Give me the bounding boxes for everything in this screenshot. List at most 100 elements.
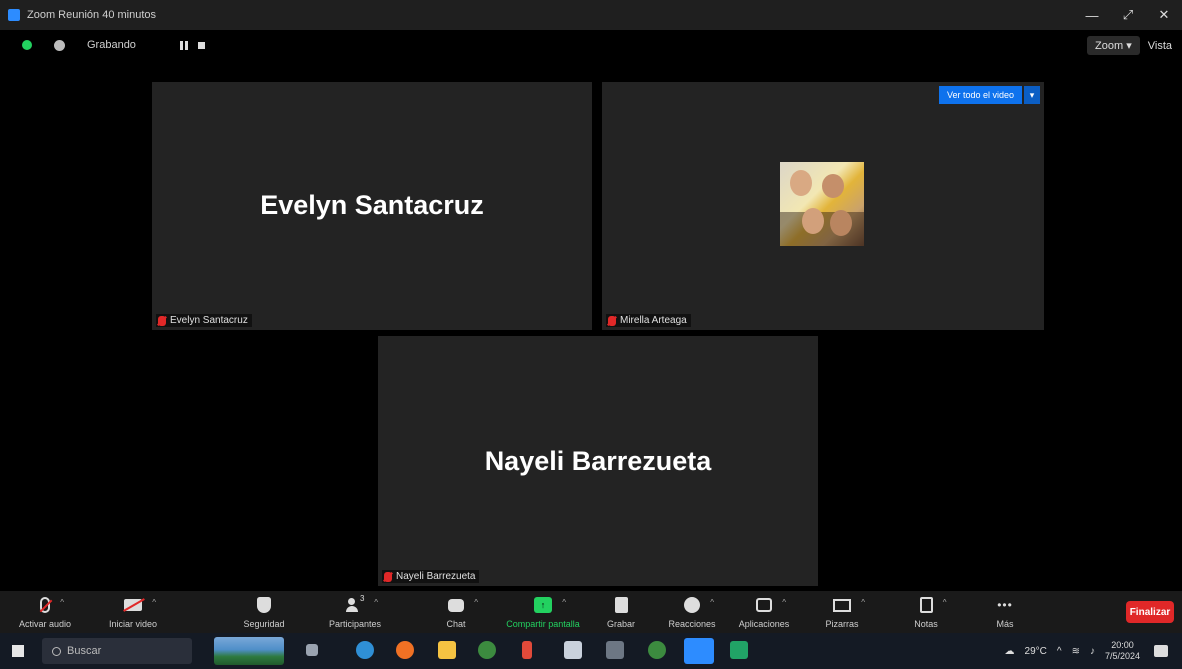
more-icon: •••	[997, 598, 1013, 612]
mic-muted-icon	[608, 315, 616, 326]
notifications-icon[interactable]	[1154, 645, 1168, 657]
chevron-up-icon[interactable]: ^	[1057, 646, 1062, 657]
toolbar-label: Compartir pantalla	[506, 619, 580, 629]
toolbar-label: Notas	[914, 619, 938, 629]
notes-icon	[919, 597, 933, 613]
toolbar-label: Seguridad	[243, 619, 285, 629]
more-button[interactable]: ••• Más	[990, 591, 1020, 633]
participant-tag-label: Mirella Arteaga	[620, 315, 687, 326]
participant-tile-nayeli[interactable]: Nayeli Barrezueta Nayeli Barrezueta	[378, 336, 818, 586]
encryption-shield-icon[interactable]	[22, 40, 32, 50]
share-screen-button[interactable]: ↑ ^ Compartir pantalla	[498, 591, 588, 633]
chevron-up-icon[interactable]: ^	[60, 598, 64, 607]
apps-icon	[756, 598, 772, 612]
task-view-icon[interactable]	[306, 644, 318, 656]
window-title-bar: Zoom Reunión 40 minutos — ⤢ ✕	[0, 0, 1182, 30]
notes-button[interactable]: ^ Notas	[906, 591, 947, 633]
app-icon[interactable]	[522, 641, 532, 659]
view-controls: Zoom ▾ Vista	[1087, 36, 1172, 55]
pin-button-label[interactable]: Ver todo el video	[938, 86, 1022, 104]
whiteboards-button[interactable]: ^ Pizarras	[822, 591, 865, 633]
record-icon	[614, 597, 628, 613]
participant-nametag: Mirella Arteaga	[606, 314, 691, 327]
chat-button[interactable]: ^ Chat	[436, 591, 478, 633]
participants-button[interactable]: 3 ^ Participantes	[320, 591, 390, 633]
security-button[interactable]: Seguridad	[232, 591, 296, 633]
wifi-icon[interactable]: ≋	[1072, 646, 1080, 657]
participant-count: 3	[360, 594, 365, 603]
volume-icon[interactable]: ♪	[1090, 646, 1095, 657]
unmute-button[interactable]: ^ Activar audio	[10, 591, 80, 633]
pin-button[interactable]: Ver todo el video ▾	[938, 86, 1040, 104]
participant-display-name: Evelyn Santacruz	[260, 190, 484, 220]
toolbar-label: Pizarras	[825, 619, 859, 629]
pin-options-chevron-icon[interactable]: ▾	[1024, 86, 1040, 104]
zoom-ratio-button[interactable]: Zoom ▾	[1087, 36, 1140, 55]
windows-taskbar: Buscar ☁ 29°C ^ ≋ ♪ 20:00 7/5/2024	[0, 633, 1182, 669]
app-icon[interactable]	[564, 641, 582, 659]
shield-icon	[257, 597, 271, 613]
recording-controls	[179, 40, 205, 50]
chevron-up-icon[interactable]: ^	[710, 598, 714, 607]
toolbar-label: Aplicaciones	[738, 619, 790, 629]
clock[interactable]: 20:00 7/5/2024	[1105, 640, 1140, 662]
chevron-up-icon[interactable]: ^	[562, 598, 566, 607]
clock-time: 20:00	[1111, 640, 1134, 650]
end-meeting-button[interactable]: Finalizar	[1126, 601, 1174, 623]
firefox-icon[interactable]	[396, 641, 414, 659]
chevron-up-icon[interactable]: ^	[943, 598, 947, 607]
mic-muted-icon	[40, 597, 50, 613]
participants-icon: 3	[346, 594, 364, 612]
record-button[interactable]: Grabar	[598, 591, 644, 633]
maximize-button[interactable]: ⤢	[1110, 0, 1146, 30]
minimize-button[interactable]: —	[1074, 0, 1110, 30]
chevron-up-icon[interactable]: ^	[861, 598, 865, 607]
toolbar-label: Participantes	[328, 619, 382, 629]
meeting-toolbar: ^ Activar audio ^ Iniciar video Segurida…	[0, 591, 1182, 633]
chevron-up-icon[interactable]: ^	[152, 598, 156, 607]
mic-muted-icon	[158, 315, 166, 326]
reactions-icon	[684, 597, 700, 613]
chevron-up-icon[interactable]: ^	[474, 598, 478, 607]
edge-browser-icon[interactable]	[356, 641, 374, 659]
window-title: Zoom Reunión 40 minutos	[27, 9, 157, 21]
toolbar-label: Activar audio	[18, 619, 72, 629]
temperature-label: 29°C	[1024, 645, 1047, 657]
participant-tile-evelyn[interactable]: Evelyn Santacruz Evelyn Santacruz	[152, 82, 592, 330]
reactions-button[interactable]: ^ Reacciones	[664, 591, 720, 633]
weather-widget-image[interactable]	[214, 637, 284, 665]
calculator-icon[interactable]	[606, 641, 624, 659]
chevron-up-icon[interactable]: ^	[374, 598, 378, 607]
toolbar-label: Iniciar video	[108, 619, 158, 629]
participant-tile-mirella[interactable]: Ver todo el video ▾ Mirella Arteaga	[602, 82, 1044, 330]
pause-recording-icon[interactable]	[179, 40, 188, 50]
toolbar-label: Chat	[446, 619, 466, 629]
clock-date: 7/5/2024	[1104, 651, 1140, 661]
toolbar-label: Grabar	[606, 619, 635, 629]
taskbar-search-input[interactable]: Buscar	[42, 638, 192, 664]
windows-start-icon[interactable]	[12, 645, 24, 657]
close-button[interactable]: ✕	[1146, 0, 1182, 30]
apps-button[interactable]: ^ Aplicaciones	[732, 591, 796, 633]
file-explorer-icon[interactable]	[438, 641, 456, 659]
chevron-up-icon[interactable]: ^	[782, 598, 786, 607]
toolbar-label: Más	[996, 619, 1014, 629]
window-controls: — ⤢ ✕	[1074, 0, 1182, 30]
zoom-taskbar-icon[interactable]	[684, 638, 714, 664]
system-tray: ☁ 29°C ^ ≋ ♪ 20:00 7/5/2024	[1005, 633, 1182, 669]
weather-cloud-icon[interactable]: ☁	[1005, 646, 1015, 657]
profile-photo	[780, 162, 864, 246]
participant-display-name: Nayeli Barrezueta	[484, 446, 712, 476]
chat-icon	[448, 598, 464, 612]
whiteboard-icon	[833, 598, 851, 612]
stop-recording-icon[interactable]	[197, 41, 205, 49]
start-video-button[interactable]: ^ Iniciar video	[100, 591, 166, 633]
video-off-icon	[124, 599, 142, 611]
zoom-app-icon	[8, 9, 20, 21]
excel-icon[interactable]	[730, 641, 748, 659]
meeting-info-icon[interactable]	[54, 39, 65, 51]
search-icon	[52, 646, 61, 656]
chrome-icon[interactable]	[478, 641, 496, 659]
app-icon[interactable]	[648, 641, 666, 659]
view-button[interactable]: Vista	[1148, 40, 1172, 52]
